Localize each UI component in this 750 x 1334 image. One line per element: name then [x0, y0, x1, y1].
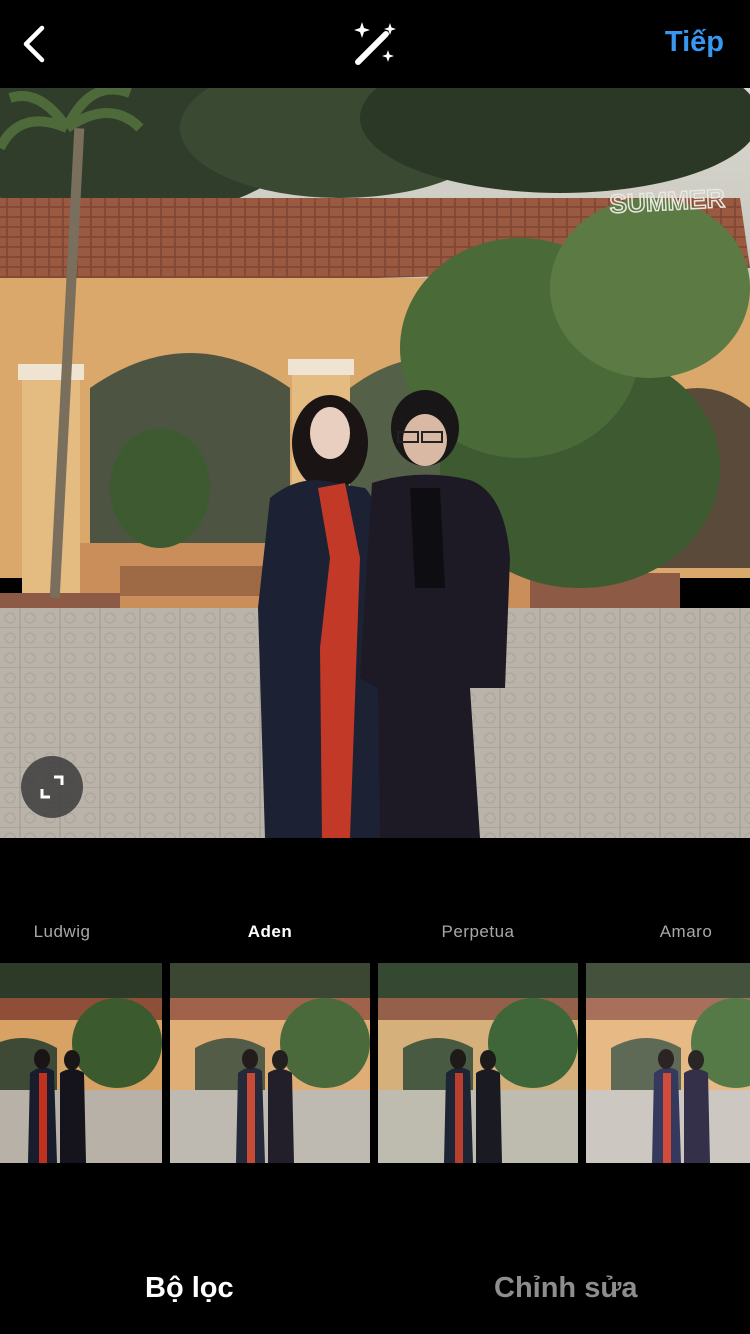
filter-thumb-perpetua[interactable]: [378, 963, 578, 1163]
photo-watermark: SUMMER: [609, 183, 726, 219]
filter-thumb-ludwig[interactable]: [0, 963, 162, 1163]
bottom-tabs: Bộ lọc Chỉnh sửa: [0, 1240, 750, 1334]
magic-wand-button[interactable]: [350, 20, 400, 68]
photo-scene: SUMMER: [0, 88, 750, 838]
filter-thumb-amaro[interactable]: [586, 963, 750, 1163]
next-button[interactable]: Tiếp: [665, 26, 724, 59]
tab-filter[interactable]: Bộ lọc: [145, 1272, 234, 1305]
expand-button[interactable]: [21, 756, 83, 818]
expand-icon: [40, 775, 64, 799]
filter-label-perpetua[interactable]: Perpetua: [378, 922, 578, 942]
filter-thumb-aden[interactable]: [170, 963, 370, 1163]
thumb-ludwig-image: [0, 963, 162, 1163]
chevron-left-icon: [23, 25, 45, 63]
filter-names-row: Ludwig Aden Perpetua Amaro: [0, 918, 750, 948]
filter-label-ludwig[interactable]: Ludwig: [0, 922, 124, 942]
filter-label-amaro[interactable]: Amaro: [586, 922, 750, 942]
thumb-perpetua-image: [378, 963, 578, 1163]
photo-preview: SUMMER: [0, 88, 750, 838]
back-button[interactable]: [14, 22, 54, 66]
top-bar: Tiếp: [0, 0, 750, 88]
filter-thumbnails: [0, 963, 750, 1163]
tab-edit[interactable]: Chỉnh sửa: [494, 1272, 637, 1305]
filter-label-aden[interactable]: Aden: [170, 922, 370, 942]
thumb-amaro-image: [586, 963, 750, 1163]
thumb-aden-image: [170, 963, 370, 1163]
magic-wand-icon: [354, 22, 396, 65]
